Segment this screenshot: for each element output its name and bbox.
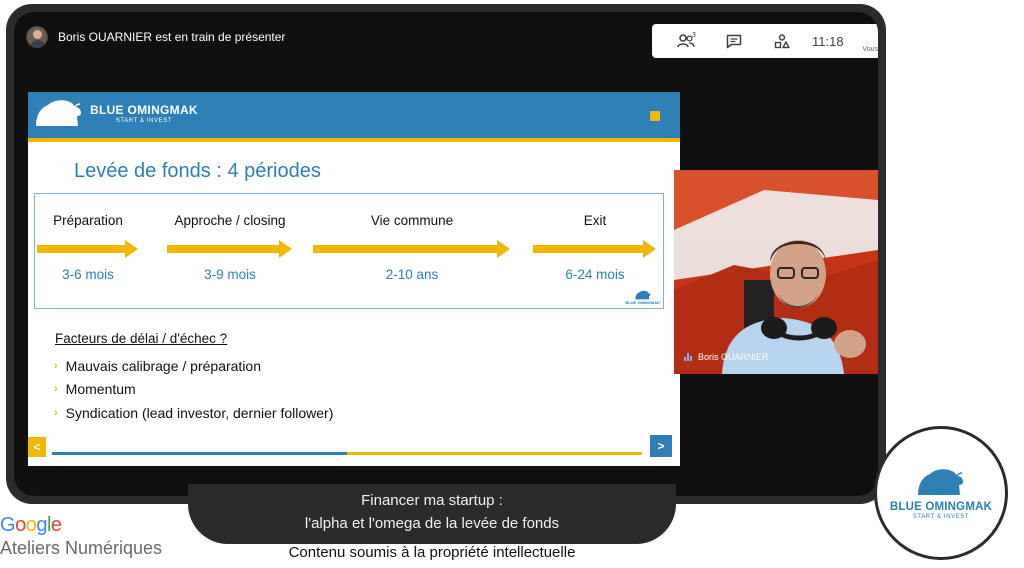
phase-arrow-icon [313, 240, 510, 258]
self-tile-label: Vous [862, 46, 878, 53]
badge-brand-name: BLUE OMINGMAK [889, 500, 993, 513]
phase-preparation: Préparation 3-6 mois [37, 194, 139, 310]
header-accent-square [650, 111, 660, 121]
phase-label: Approche / closing [174, 213, 286, 228]
factor-text: Syndication (lead investor, dernier foll… [65, 404, 334, 421]
chevron-right-icon: › [54, 383, 58, 396]
people-button[interactable]: 3 [662, 24, 710, 58]
slide-brand: BLUE OMINGMAK START & INVEST [34, 98, 198, 128]
phase-vie-commune: Vie commune 2-10 ans [313, 194, 511, 310]
factor-text: Mauvais calibrage / préparation [65, 357, 262, 374]
presenter-avatar [26, 26, 48, 48]
presenter-banner: Boris OUARNIER est en train de présenter [26, 26, 285, 48]
bison-logo-icon [36, 100, 81, 126]
google-logo: Google [0, 514, 62, 536]
chat-icon [726, 34, 742, 48]
google-ateliers-label: Ateliers Numériques [0, 538, 163, 558]
brand-badge: BLUE OMINGMAK START & INVEST [874, 426, 1008, 560]
badge-brand-tagline: START & INVEST [912, 513, 970, 520]
meet-window: Boris OUARNIER est en train de présenter… [6, 4, 886, 504]
factors-title: Facteurs de délai / d'échec ? [55, 331, 228, 346]
participant-video-tile[interactable]: Boris OUARNIER [674, 170, 878, 374]
timeline-brand-name: BLUE OMINGMAK [625, 300, 660, 305]
phase-duration: 6-24 mois [565, 267, 625, 282]
header-accent-line [28, 138, 680, 142]
activities-icon [774, 33, 790, 48]
slide-title: Levée de fonds : 4 périodes [74, 160, 321, 182]
slide-next-button[interactable]: > [650, 435, 672, 457]
list-item: › Syndication (lead investor, dernier fol… [54, 401, 333, 425]
caption-subtitle: l'alpha et l'omega de la levée de fonds [304, 515, 560, 532]
chevron-right-icon: › [54, 406, 58, 419]
phase-arrow-icon [37, 240, 138, 258]
phase-label: Préparation [53, 213, 123, 228]
slide-brand-tagline: START & INVEST [115, 117, 173, 124]
slide-progress-fill [52, 452, 347, 455]
phase-label: Exit [583, 213, 607, 228]
audio-level-icon [684, 353, 692, 361]
meet-stage: Boris OUARNIER est en train de présenter… [14, 12, 878, 496]
list-item: › Mauvais calibrage / préparation [54, 354, 333, 378]
activities-button[interactable] [758, 24, 806, 58]
slide-header: BLUE OMINGMAK START & INVEST [28, 92, 680, 138]
participant-video [674, 170, 878, 374]
phase-approche: Approche / closing 3-9 mois [167, 194, 293, 310]
slide-prev-button[interactable]: < [28, 437, 46, 457]
meeting-clock: 11:18 [812, 33, 844, 49]
phase-arrow-icon [533, 240, 656, 258]
phase-duration: 3-6 mois [62, 267, 114, 282]
phase-arrow-icon [167, 240, 292, 258]
meeting-toolbar: 3 11:18 Vous [652, 24, 878, 58]
caption-title: Financer ma startup : [361, 492, 503, 509]
slide-brand-name: BLUE OMINGMAK [90, 102, 198, 117]
timeline-brand-mark: BLUE OMINGMAK [625, 290, 660, 305]
phase-duration: 3-9 mois [204, 267, 256, 282]
chat-button[interactable] [710, 24, 758, 58]
factor-text: Momentum [65, 381, 136, 398]
presentation-slide: BLUE OMINGMAK START & INVEST Levée de fo… [28, 92, 680, 466]
factors-list: › Mauvais calibrage / préparation › Moment… [54, 354, 333, 425]
bison-logo-icon [634, 290, 650, 300]
participant-count-badge: 3 [692, 32, 696, 39]
ip-notice: Contenu soumis à la propriété intellectu… [288, 544, 576, 561]
presenter-banner-text: Boris OUARNIER est en train de présenter [58, 30, 286, 44]
phase-label: Vie commune [370, 213, 454, 228]
slide-progress-bar [52, 452, 642, 455]
phase-duration: 2-10 ans [385, 267, 439, 282]
participant-name-tag: Boris OUARNIER [684, 352, 769, 362]
phases-timeline: Préparation 3-6 mois Approche / closing [34, 193, 664, 309]
list-item: › Momentum [54, 378, 333, 402]
chevron-right-icon: › [54, 359, 58, 372]
bison-logo-icon [918, 468, 963, 495]
meet-screen: Boris OUARNIER est en train de présenter… [0, 0, 1024, 568]
participant-name: Boris OUARNIER [698, 352, 769, 362]
